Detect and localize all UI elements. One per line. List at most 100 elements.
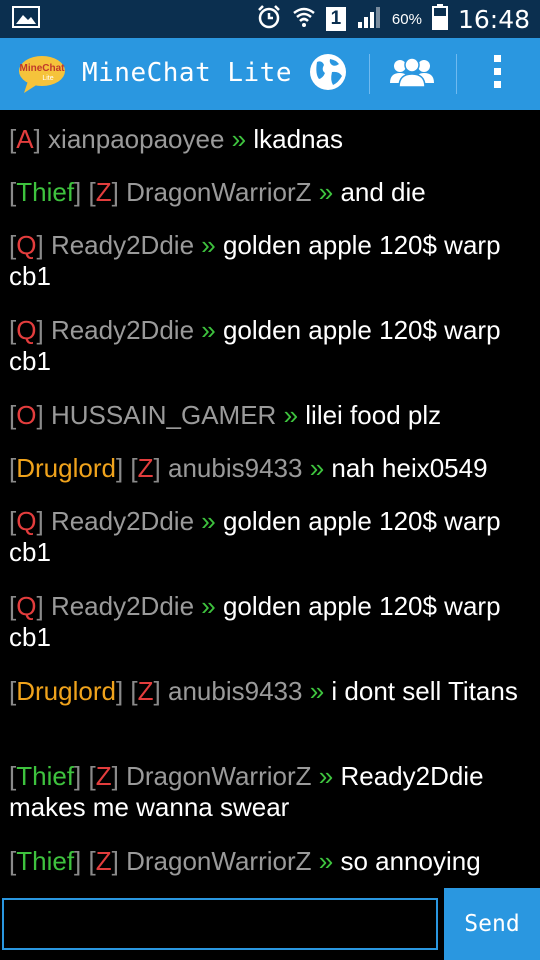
message-separator: »	[201, 506, 216, 536]
tag-bracket: ]	[74, 846, 82, 876]
message-input[interactable]	[2, 898, 438, 950]
rank-tag: Druglord	[16, 676, 116, 706]
tag-bracket: ]	[153, 453, 161, 483]
message-separator: »	[201, 591, 216, 621]
tag-bracket: ]	[111, 846, 119, 876]
player-name: Ready2Ddie	[50, 230, 195, 260]
wifi-icon	[292, 5, 316, 34]
tag-bracket: ]	[36, 315, 44, 345]
tag-bracket: ]	[36, 230, 44, 260]
tag-bracket: ]	[74, 177, 82, 207]
chat-log[interactable]: [A] xianpaopaoyee » lkadnas [Thief] [Z] D…	[0, 110, 540, 888]
rank-tag: Thief	[16, 761, 75, 791]
message-separator: »	[318, 761, 334, 791]
player-name: DragonWarriorZ	[126, 177, 312, 207]
input-bar: Send	[0, 888, 540, 960]
clock: 16:48	[457, 4, 530, 34]
player-name: anubis9433	[168, 453, 303, 483]
tag-bracket: ]	[33, 124, 41, 154]
battery-percent: 60%	[391, 10, 422, 28]
app-logo[interactable]: MineChat Lite	[18, 53, 68, 95]
tag-bracket: [	[88, 846, 96, 876]
chat-message[interactable]: [Thief] [Z] DragonWarriorZ » Ready2Ddie …	[9, 761, 531, 823]
message-separator: »	[318, 846, 334, 876]
rank-tag: Q	[16, 315, 37, 345]
globe-icon	[308, 52, 348, 97]
player-name: Ready2Ddie	[50, 506, 195, 536]
app-title: MineChat Lite	[82, 58, 292, 88]
logo-text-sub: Lite	[42, 75, 53, 82]
tag-bracket: ]	[111, 761, 119, 791]
rank-tag: Druglord	[16, 453, 116, 483]
rank-tag: Z	[95, 846, 112, 876]
tag-bracket: [	[130, 453, 138, 483]
alarm-icon	[256, 4, 282, 35]
message-separator: »	[318, 177, 334, 207]
rank-tag: Thief	[16, 846, 75, 876]
player-name: DragonWarriorZ	[126, 846, 312, 876]
tag-bracket: ]	[111, 177, 119, 207]
battery-icon	[431, 3, 448, 35]
message-text: nah heix0549	[331, 453, 488, 483]
message-text: so annoying	[340, 846, 481, 876]
message-separator: »	[309, 676, 325, 706]
chat-message[interactable]: [Druglord] [Z] anubis9433 » i dont sell …	[9, 676, 531, 707]
overflow-menu-icon	[493, 54, 503, 95]
people-icon	[389, 55, 435, 94]
tag-bracket: ]	[153, 676, 161, 706]
signal-icon	[356, 5, 382, 34]
chat-message[interactable]: [Q] Ready2Ddie » golden apple 120$ warp …	[9, 591, 531, 653]
rank-tag: Z	[137, 453, 154, 483]
rank-tag: A	[16, 124, 34, 154]
rank-tag: Z	[95, 177, 112, 207]
message-text: lkadnas	[253, 124, 343, 154]
player-name: DragonWarriorZ	[126, 761, 312, 791]
chat-message[interactable]: [Druglord] [Z] anubis9433 » nah heix0549	[9, 453, 531, 484]
message-separator: »	[201, 230, 216, 260]
chat-message[interactable]: [Q] Ready2Ddie » golden apple 120$ warp …	[9, 315, 531, 377]
globe-button[interactable]	[305, 52, 351, 96]
player-name: Ready2Ddie	[50, 315, 195, 345]
chat-message[interactable]: [Thief] [Z] DragonWarriorZ » and die	[9, 177, 531, 208]
image-icon	[12, 6, 40, 28]
rank-tag: Thief	[16, 177, 75, 207]
player-name: xianpaopaoyee	[48, 124, 225, 154]
rank-tag: O	[16, 400, 37, 430]
message-separator: »	[201, 315, 216, 345]
status-bar: 1 60% 16:48	[0, 0, 540, 38]
logo-text-main: MineChat	[20, 63, 66, 74]
action-bar: MineChat Lite MineChat Lite	[0, 38, 540, 110]
tag-bracket: ]	[115, 453, 124, 483]
chat-message[interactable]: [O] HUSSAIN_GAMER » lilei food plz	[9, 400, 531, 431]
rank-tag: Q	[16, 506, 37, 536]
rank-tag: Q	[16, 230, 37, 260]
action-divider	[456, 54, 457, 94]
message-text: i dont sell Titans	[331, 676, 518, 706]
tag-bracket: [	[88, 761, 96, 791]
message-text: and die	[340, 177, 426, 207]
tag-bracket: ]	[36, 400, 44, 430]
chat-message[interactable]: [Thief] [Z] DragonWarriorZ » so annoying	[9, 846, 531, 877]
tag-bracket: [	[130, 676, 138, 706]
player-name: Ready2Ddie	[50, 591, 195, 621]
tag-bracket: ]	[115, 676, 124, 706]
rank-tag: Z	[95, 761, 112, 791]
overflow-menu-button[interactable]	[476, 52, 520, 96]
tag-bracket: ]	[36, 506, 44, 536]
sim-icon: 1	[325, 7, 346, 31]
message-separator: »	[231, 124, 247, 154]
players-button[interactable]	[386, 52, 438, 96]
rank-tag: Q	[16, 591, 37, 621]
rank-tag: Z	[137, 676, 154, 706]
player-name: HUSSAIN_GAMER	[50, 400, 277, 430]
chat-message[interactable]: [Q] Ready2Ddie » golden apple 120$ warp …	[9, 506, 531, 568]
send-button[interactable]: Send	[444, 888, 540, 960]
chat-message[interactable]: [A] xianpaopaoyee » lkadnas	[9, 124, 531, 155]
tag-bracket: [	[88, 177, 96, 207]
player-name: anubis9433	[168, 676, 303, 706]
chat-message[interactable]: [Q] Ready2Ddie » golden apple 120$ warp …	[9, 230, 531, 292]
tag-bracket: ]	[74, 761, 82, 791]
tag-bracket: ]	[36, 591, 44, 621]
message-separator: »	[309, 453, 325, 483]
message-separator: »	[283, 400, 299, 430]
